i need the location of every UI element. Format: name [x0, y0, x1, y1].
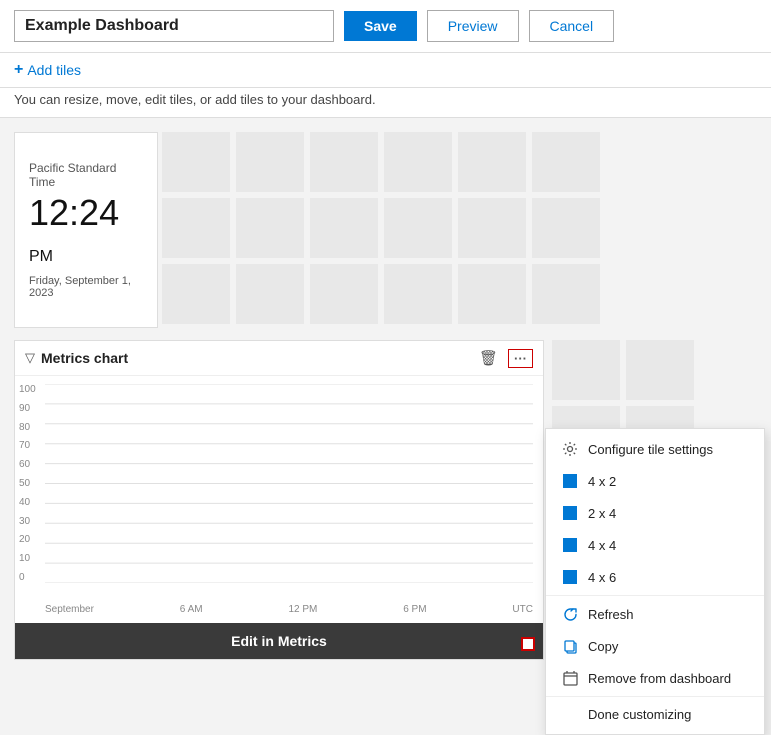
resize-handle[interactable]: [521, 637, 535, 651]
metrics-actions: 🗑 ···: [477, 347, 533, 369]
empty-tile: [532, 132, 600, 192]
empty-tile: [458, 264, 526, 324]
menu-item-done-label: Done customizing: [588, 707, 691, 722]
top-grid-tiles: [162, 132, 600, 324]
y-label-80: 80: [19, 422, 36, 433]
y-label-60: 60: [19, 459, 36, 470]
chart-svg-container: [45, 384, 533, 583]
copy-icon: [562, 638, 578, 654]
save-button[interactable]: Save: [344, 11, 417, 41]
y-label-70: 70: [19, 440, 36, 451]
clock-tile: Pacific Standard Time 12:24 PM Friday, S…: [14, 132, 158, 328]
more-options-button[interactable]: ···: [508, 349, 533, 368]
y-label-30: 30: [19, 516, 36, 527]
empty-tile: [162, 264, 230, 324]
menu-item-configure[interactable]: Configure tile settings: [546, 433, 764, 465]
menu-item-remove-label: Remove from dashboard: [588, 671, 731, 686]
menu-item-4x6-label: 4 x 6: [588, 570, 616, 585]
empty-tile: [532, 198, 600, 258]
chart-area: 100 90 80 70 60 50 40 30 20 10 0: [15, 376, 543, 623]
metrics-title: Metrics chart: [41, 350, 128, 366]
menu-item-2x4-label: 2 x 4: [588, 506, 616, 521]
filter-icon: ▽: [25, 350, 35, 366]
menu-item-refresh-label: Refresh: [588, 607, 634, 622]
menu-divider-1: [546, 595, 764, 596]
dashboard-title-input[interactable]: [14, 10, 334, 42]
y-label-10: 10: [19, 553, 36, 564]
x-label-6am: 6 AM: [180, 604, 203, 615]
menu-item-4x6[interactable]: 4 x 6: [546, 561, 764, 593]
empty-tile: [532, 264, 600, 324]
empty-tile: [458, 198, 526, 258]
empty-tile: [310, 198, 378, 258]
empty-tile: [552, 340, 620, 400]
x-axis: September 6 AM 12 PM 6 PM UTC: [45, 604, 533, 615]
add-tiles-label: Add tiles: [27, 62, 81, 78]
menu-item-4x4-label: 4 x 4: [588, 538, 616, 553]
empty-tile: [384, 264, 452, 324]
hint-label: You can resize, move, edit tiles, or add…: [14, 92, 376, 107]
y-label-40: 40: [19, 497, 36, 508]
dashboard-area: Pacific Standard Time 12:24 PM Friday, S…: [0, 118, 771, 673]
metrics-tile-header: ▽ Metrics chart 🗑 ···: [15, 341, 543, 376]
x-label-12pm: 12 PM: [288, 604, 317, 615]
timezone-label: Pacific Standard Time: [29, 161, 143, 189]
x-label-sep: September: [45, 604, 94, 615]
y-label-100: 100: [19, 384, 36, 395]
edit-in-metrics-button[interactable]: Edit in Metrics: [15, 623, 543, 659]
metrics-tile: ▽ Metrics chart 🗑 ··· 100 90 80 70 60 50…: [14, 340, 544, 660]
metrics-title-row: ▽ Metrics chart: [25, 350, 128, 366]
time-display: 12:24 PM: [29, 195, 143, 267]
empty-tile: [162, 198, 230, 258]
menu-item-4x4[interactable]: 4 x 4: [546, 529, 764, 561]
plus-icon: +: [14, 61, 23, 79]
delete-tile-button[interactable]: 🗑: [477, 347, 500, 369]
menu-item-4x2[interactable]: 4 x 2: [546, 465, 764, 497]
y-label-0: 0: [19, 572, 36, 583]
menu-item-done[interactable]: Done customizing: [546, 699, 764, 730]
empty-tile: [236, 264, 304, 324]
add-tiles-button[interactable]: + Add tiles: [14, 61, 81, 79]
top-bar: Save Preview Cancel: [0, 0, 771, 53]
empty-tile: [162, 132, 230, 192]
menu-item-remove[interactable]: Remove from dashboard: [546, 662, 764, 694]
y-axis: 100 90 80 70 60 50 40 30 20 10 0: [19, 384, 36, 583]
menu-item-refresh[interactable]: Refresh: [546, 598, 764, 630]
chart-svg: [45, 384, 533, 583]
date-display: Friday, September 1, 2023: [29, 275, 143, 299]
remove-icon: [562, 670, 578, 686]
y-label-90: 90: [19, 403, 36, 414]
menu-item-configure-label: Configure tile settings: [588, 442, 713, 457]
empty-tile: [310, 264, 378, 324]
empty-tile: [384, 198, 452, 258]
hint-text: You can resize, move, edit tiles, or add…: [0, 88, 771, 118]
menu-item-4x2-label: 4 x 2: [588, 474, 616, 489]
size-4x6-icon: [562, 569, 578, 585]
empty-tile: [236, 198, 304, 258]
time-value: 12:24: [29, 192, 119, 233]
gear-icon: [562, 441, 578, 457]
empty-tile: [458, 132, 526, 192]
empty-tile: [236, 132, 304, 192]
refresh-icon: [562, 606, 578, 622]
y-label-20: 20: [19, 534, 36, 545]
preview-button[interactable]: Preview: [427, 10, 519, 42]
size-2x4-icon: [562, 505, 578, 521]
x-label-6pm: 6 PM: [403, 604, 426, 615]
empty-tile: [626, 340, 694, 400]
size-4x4-icon: [562, 537, 578, 553]
x-label-utc: UTC: [512, 604, 533, 615]
context-menu: Configure tile settings 4 x 2 2 x 4 4 x …: [545, 428, 765, 735]
menu-divider-2: [546, 696, 764, 697]
size-4x2-icon: [562, 473, 578, 489]
menu-item-2x4[interactable]: 2 x 4: [546, 497, 764, 529]
empty-tile: [310, 132, 378, 192]
empty-tile: [384, 132, 452, 192]
menu-item-copy-label: Copy: [588, 639, 618, 654]
ampm-value: PM: [29, 248, 53, 265]
y-label-50: 50: [19, 478, 36, 489]
menu-item-copy[interactable]: Copy: [546, 630, 764, 662]
toolbar: + Add tiles: [0, 53, 771, 88]
cancel-button[interactable]: Cancel: [529, 10, 615, 42]
